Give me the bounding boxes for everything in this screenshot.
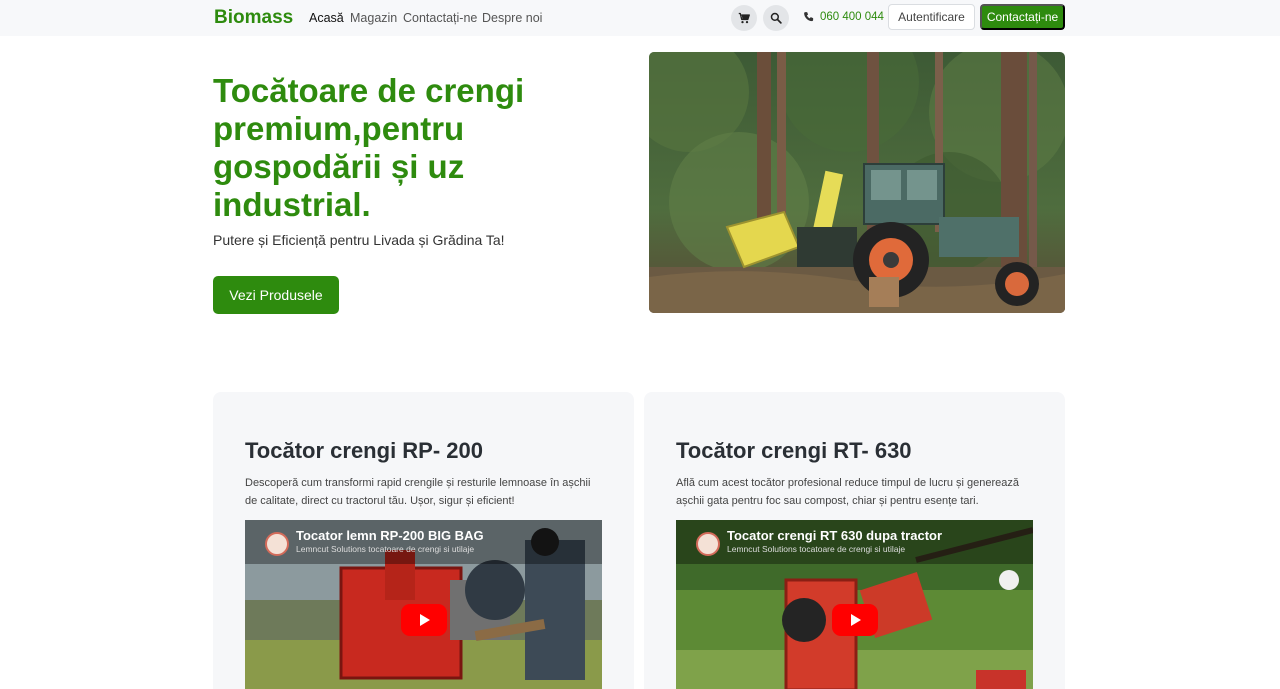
card-title: Tocător crengi RP- 200 <box>245 438 483 463</box>
video-title[interactable]: Tocator crengi RT 630 dupa tractor <box>727 528 942 543</box>
hero-subtitle: Putere și Eficiență pentru Livada și Gră… <box>213 232 505 248</box>
video-channel: Lemncut Solutions tocatoare de crengi si… <box>296 544 475 554</box>
nav-link-shop[interactable]: Magazin <box>350 11 397 25</box>
phone-number[interactable]: 060 400 044 <box>820 11 884 23</box>
contact-button[interactable]: Contactați-ne <box>980 4 1065 30</box>
channel-logo[interactable] <box>696 532 720 556</box>
product-card-rt630: Tocător crengi RT- 630 Află cum acest to… <box>644 392 1065 689</box>
card-title: Tocător crengi RT- 630 <box>676 438 912 463</box>
video-title[interactable]: Tocator lemn RP-200 BIG BAG <box>296 528 484 543</box>
login-button[interactable]: Autentificare <box>888 4 975 30</box>
card-description: Descoperă cum transformi rapid crengile … <box>245 477 591 507</box>
play-icon <box>851 614 861 626</box>
play-button[interactable] <box>832 604 878 636</box>
channel-logo[interactable] <box>265 532 289 556</box>
cart-icon <box>738 12 750 24</box>
video-player[interactable]: Tocator lemn RP-200 BIG BAG Lemncut Solu… <box>245 520 602 689</box>
phone-icon <box>804 12 814 22</box>
hero-title: Tocătoare de crengi premium,pentru gospo… <box>213 72 525 223</box>
cart-button[interactable] <box>731 5 757 31</box>
hero-image <box>649 52 1065 313</box>
nav-link-about[interactable]: Despre noi <box>482 11 542 25</box>
search-icon <box>770 12 782 24</box>
nav-link-home[interactable]: Acasă <box>309 11 344 25</box>
play-icon <box>420 614 430 626</box>
brand-logo[interactable]: Biomass <box>214 7 293 29</box>
navbar: Biomass Acasă Magazin Contactați-ne Desp… <box>0 0 1280 36</box>
card-description: Află cum acest tocător profesional reduc… <box>676 477 1020 507</box>
view-products-button[interactable]: Vezi Produsele <box>213 276 339 314</box>
play-button[interactable] <box>401 604 447 636</box>
video-player[interactable]: Tocator crengi RT 630 dupa tractor Lemnc… <box>676 520 1033 689</box>
video-channel: Lemncut Solutions tocatoare de crengi si… <box>727 544 906 554</box>
product-card-rp200: Tocător crengi RP- 200 Descoperă cum tra… <box>213 392 634 689</box>
nav-link-contact[interactable]: Contactați-ne <box>403 11 477 25</box>
search-button[interactable] <box>763 5 789 31</box>
